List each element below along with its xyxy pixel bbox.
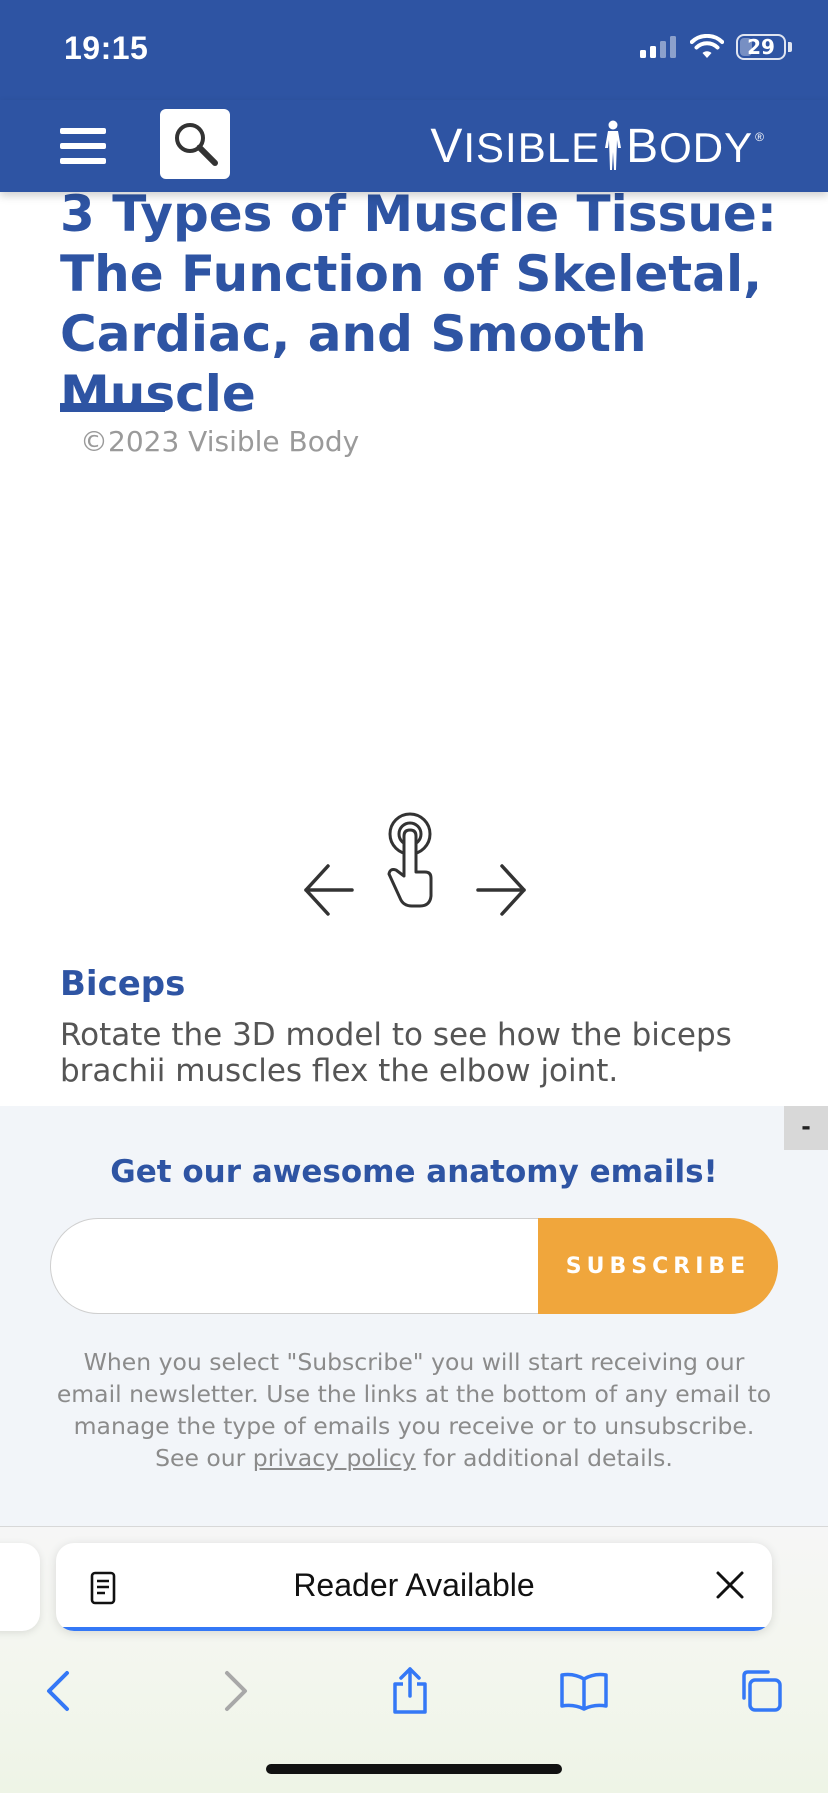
newsletter-panel: - Get our awesome anatomy emails! SUBSCR…	[0, 1106, 828, 1526]
browser-toolbar-area: Reader Available	[0, 1526, 828, 1793]
page-title: 3 Types of Muscle Tissue: The Function o…	[60, 185, 777, 423]
cellular-signal-icon	[640, 36, 676, 58]
back-button[interactable]	[28, 1663, 88, 1719]
title-underline	[60, 403, 165, 412]
page-load-progress	[56, 1627, 772, 1631]
reader-label: Reader Available	[293, 1567, 535, 1603]
collapse-button[interactable]: -	[784, 1106, 828, 1150]
home-indicator[interactable]	[266, 1764, 562, 1774]
newsletter-disclaimer: When you select "Subscribe" you will sta…	[50, 1346, 778, 1474]
back-icon	[47, 1671, 69, 1711]
battery-nub	[788, 42, 792, 52]
logo-word-body: BODY	[626, 119, 754, 173]
browser-toolbar	[0, 1649, 828, 1729]
menu-icon[interactable]	[60, 128, 106, 164]
wifi-icon	[690, 34, 724, 58]
section-title: Biceps	[60, 964, 186, 1004]
battery-level: 29	[747, 35, 775, 59]
human-figure-icon	[605, 120, 622, 170]
visible-body-logo[interactable]: VISIBLE BODY ®	[430, 118, 764, 174]
logo-word-visible: VISIBLE	[430, 119, 601, 173]
bookmarks-button[interactable]	[554, 1663, 614, 1719]
battery-icon: 29	[736, 34, 786, 60]
status-icons: 29	[638, 34, 792, 60]
status-time: 19:15	[64, 30, 149, 66]
registered-mark: ®	[755, 130, 764, 144]
status-bar: 19:15 29	[0, 0, 828, 100]
share-icon	[393, 1667, 427, 1714]
forward-icon	[225, 1671, 247, 1711]
subscribe-button[interactable]: SUBSCRIBE	[538, 1218, 778, 1314]
reader-available-bar[interactable]: Reader Available	[56, 1543, 772, 1631]
share-button[interactable]	[380, 1663, 440, 1719]
previous-tab-peek[interactable]	[0, 1543, 40, 1631]
swipe-gesture-icon	[304, 812, 526, 916]
tabs-icon	[742, 1670, 782, 1712]
disclaimer-text-end: for additional details.	[415, 1444, 673, 1472]
tabs-button[interactable]	[730, 1663, 790, 1719]
section-text: Rotate the 3D model to see how the bicep…	[60, 1017, 732, 1089]
search-button[interactable]	[160, 109, 230, 179]
search-icon	[175, 123, 218, 166]
privacy-policy-link[interactable]: privacy policy	[253, 1444, 416, 1472]
close-icon[interactable]	[714, 1569, 746, 1601]
forward-button[interactable]	[206, 1663, 266, 1719]
newsletter-heading: Get our awesome anatomy emails!	[110, 1154, 718, 1190]
copyright-text: ©2023 Visible Body	[80, 425, 360, 458]
site-header: VISIBLE BODY ®	[0, 100, 828, 192]
email-field[interactable]	[50, 1218, 540, 1314]
bookmarks-icon	[560, 1672, 608, 1711]
